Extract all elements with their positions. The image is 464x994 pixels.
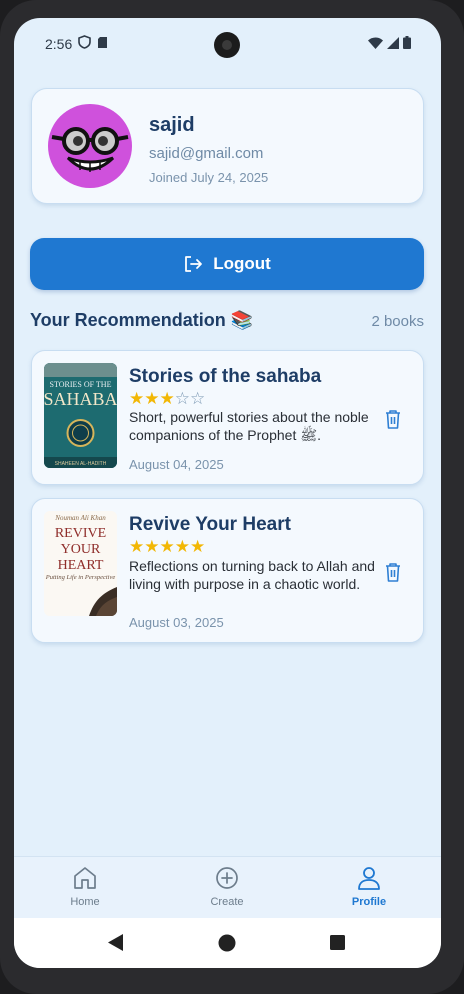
cover-text-line2: SAHABA	[44, 389, 117, 409]
book-cover: Nouman Ali Khan REVIVE YOUR HEART Puttin…	[44, 511, 117, 616]
nav-create[interactable]: Create	[177, 865, 277, 908]
star-filled-icon: ★	[144, 389, 160, 408]
status-right-icons	[368, 36, 411, 49]
nav-home-label: Home	[70, 896, 100, 908]
star-rating: ★★★☆☆	[129, 389, 205, 409]
home-icon	[74, 867, 96, 889]
logout-label: Logout	[213, 254, 271, 273]
cover-text-line1: REVIVE	[55, 526, 106, 541]
book-card[interactable]: STORIES OF THE SAHABA SHAHEEN AL-HADITH …	[31, 350, 424, 485]
status-bar: 2:56	[14, 18, 441, 70]
cover-subtitle: Putting Life in Perspective	[45, 574, 116, 581]
star-rating: ★★★★★	[129, 537, 205, 557]
book-cover: STORIES OF THE SAHABA SHAHEEN AL-HADITH	[44, 363, 117, 468]
cover-text-line1: STORIES OF THE	[50, 380, 112, 389]
profile-card: sajid sajid@gmail.com Joined July 24, 20…	[31, 88, 424, 204]
system-nav-bar	[14, 918, 441, 968]
user-name: sajid	[149, 114, 195, 136]
trash-icon[interactable]	[383, 408, 403, 430]
plus-circle-icon	[216, 867, 238, 889]
nav-create-label: Create	[210, 896, 244, 908]
star-filled-icon: ★	[129, 537, 145, 556]
star-filled-icon: ★	[190, 537, 206, 556]
cover-author: SHAHEEN AL-HADITH	[55, 461, 107, 467]
user-email: sajid@gmail.com	[149, 145, 264, 162]
shield-icon	[78, 35, 91, 49]
front-camera	[214, 32, 240, 58]
user-joined-date: Joined July 24, 2025	[149, 170, 269, 185]
book-title: Stories of the sahaba	[129, 366, 322, 387]
book-description: Short, powerful stories about the noble …	[129, 409, 369, 443]
star-empty-icon: ☆	[190, 389, 206, 408]
nav-profile-label: Profile	[351, 896, 387, 908]
star-filled-icon: ★	[159, 537, 175, 556]
book-cover-art: STORIES OF THE SAHABA SHAHEEN AL-HADITH	[44, 363, 117, 468]
trash-icon[interactable]	[383, 561, 403, 583]
phone-frame: 2:56 sajid sajid@gmail.com Joined July 2…	[0, 0, 464, 994]
book-count: 2 books	[371, 313, 424, 330]
star-filled-icon: ★	[129, 389, 145, 408]
status-left-icons	[78, 35, 108, 49]
status-time: 2:56	[45, 36, 73, 52]
book-card[interactable]: Nouman Ali Khan REVIVE YOUR HEART Puttin…	[31, 498, 424, 643]
star-filled-icon: ★	[159, 389, 175, 408]
star-empty-icon: ☆	[174, 389, 190, 408]
section-title: Your Recommendation 📚	[30, 310, 254, 330]
home-button-icon[interactable]	[218, 934, 236, 952]
logout-button[interactable]: Logout	[30, 238, 424, 290]
cover-text-line3: HEART	[58, 558, 104, 573]
sd-card-icon	[98, 36, 107, 48]
cover-text-line2: YOUR	[61, 542, 101, 557]
recents-icon[interactable]	[330, 935, 345, 950]
nav-home[interactable]: Home	[35, 865, 135, 908]
user-icon	[358, 867, 380, 890]
nerd-face-icon	[51, 127, 129, 172]
wifi-icon	[368, 37, 383, 49]
book-description: Reflections on turning back to Allah and…	[129, 558, 375, 592]
battery-icon	[403, 36, 411, 49]
app-screen: 2:56 sajid sajid@gmail.com Joined July 2…	[14, 18, 441, 968]
bottom-navigation: Home Create Profile	[14, 856, 441, 919]
logout-icon	[185, 256, 203, 272]
book-title: Revive Your Heart	[129, 514, 291, 535]
star-filled-icon: ★	[174, 537, 190, 556]
book-date: August 04, 2025	[129, 457, 224, 472]
book-cover-art: Nouman Ali Khan REVIVE YOUR HEART Puttin…	[44, 511, 117, 616]
back-icon[interactable]	[107, 934, 124, 951]
star-filled-icon: ★	[144, 537, 160, 556]
cover-author: Nouman Ali Khan	[54, 514, 106, 522]
nav-profile[interactable]: Profile	[319, 865, 419, 908]
signal-icon	[387, 36, 399, 49]
avatar[interactable]	[48, 104, 132, 188]
book-date: August 03, 2025	[129, 615, 224, 630]
